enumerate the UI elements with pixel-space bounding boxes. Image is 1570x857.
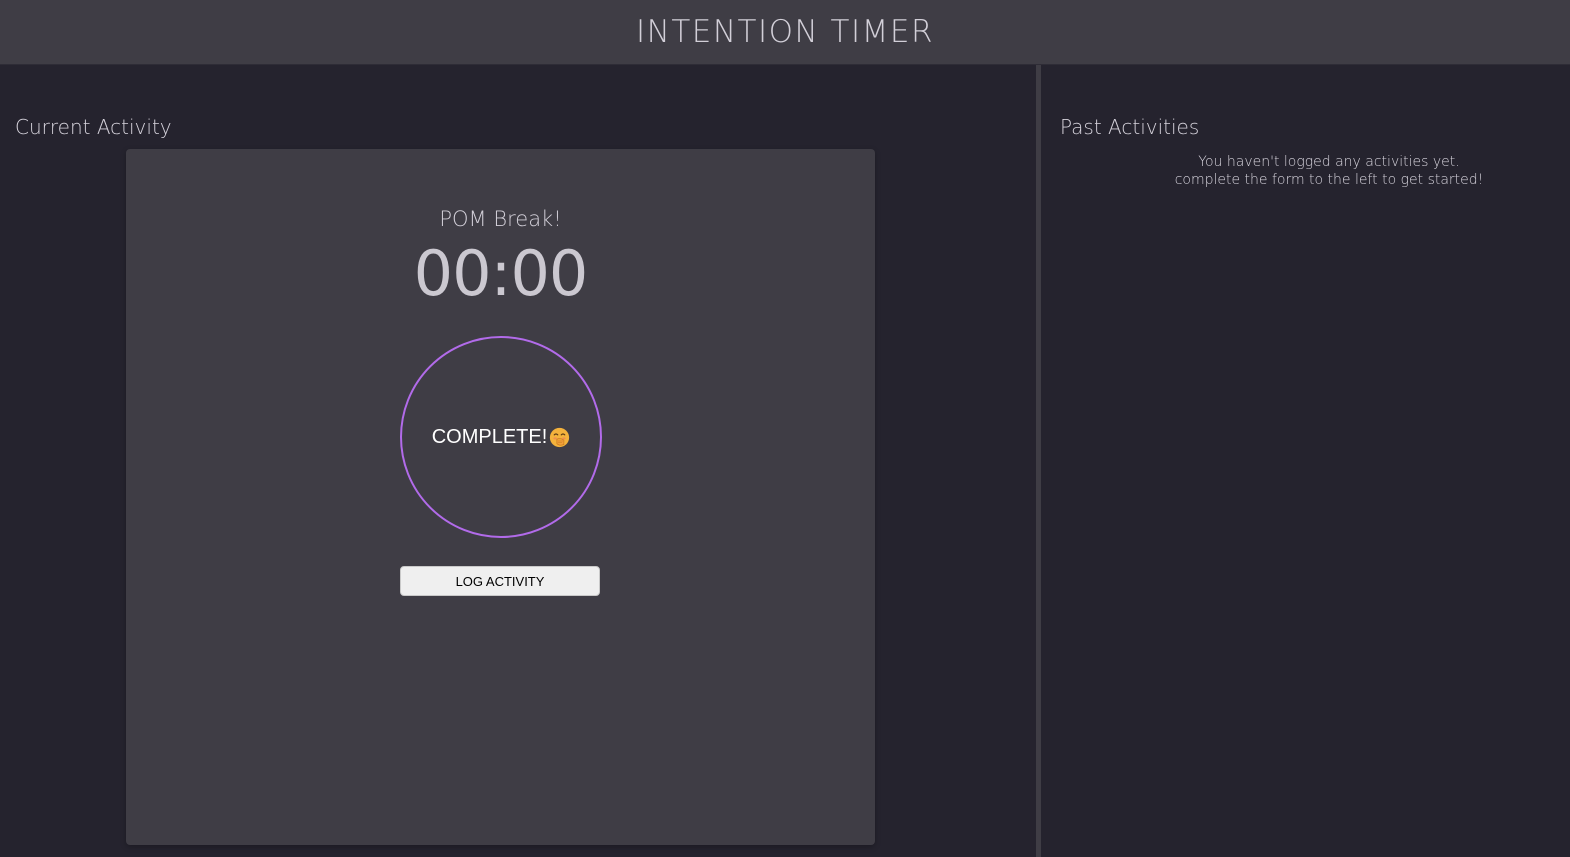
past-activities-panel: Past Activities You haven't logged any a… <box>1041 65 1570 857</box>
current-activity-heading: Current Activity <box>15 115 172 139</box>
empty-state-line-2: complete the form to the left to get sta… <box>1174 172 1484 188</box>
app-header: INTENTION TIMER <box>0 0 1570 65</box>
activity-name: POM Break! <box>439 207 562 231</box>
empty-state-line-1: You haven't logged any activities yet. <box>1198 154 1460 170</box>
app-title: INTENTION TIMER <box>635 14 935 50</box>
complete-timer-button[interactable]: COMPLETE! <box>400 336 602 538</box>
timer-card: POM Break! 00:00 COMPLETE! LOG ACTIVITY <box>126 149 875 845</box>
complete-label: COMPLETE! <box>431 425 548 448</box>
empty-state-message: You haven't logged any activities yet. c… <box>1041 153 1570 189</box>
countdown-display: 00:00 <box>413 237 589 310</box>
log-activity-button[interactable]: LOG ACTIVITY <box>400 566 600 596</box>
complete-label-wrapper: COMPLETE! <box>432 426 571 449</box>
past-activities-heading: Past Activities <box>1060 115 1200 139</box>
current-activity-panel: Current Activity POM Break! 00:00 COMPLE… <box>0 65 1036 857</box>
face-with-hand-over-mouth-icon <box>550 427 570 447</box>
